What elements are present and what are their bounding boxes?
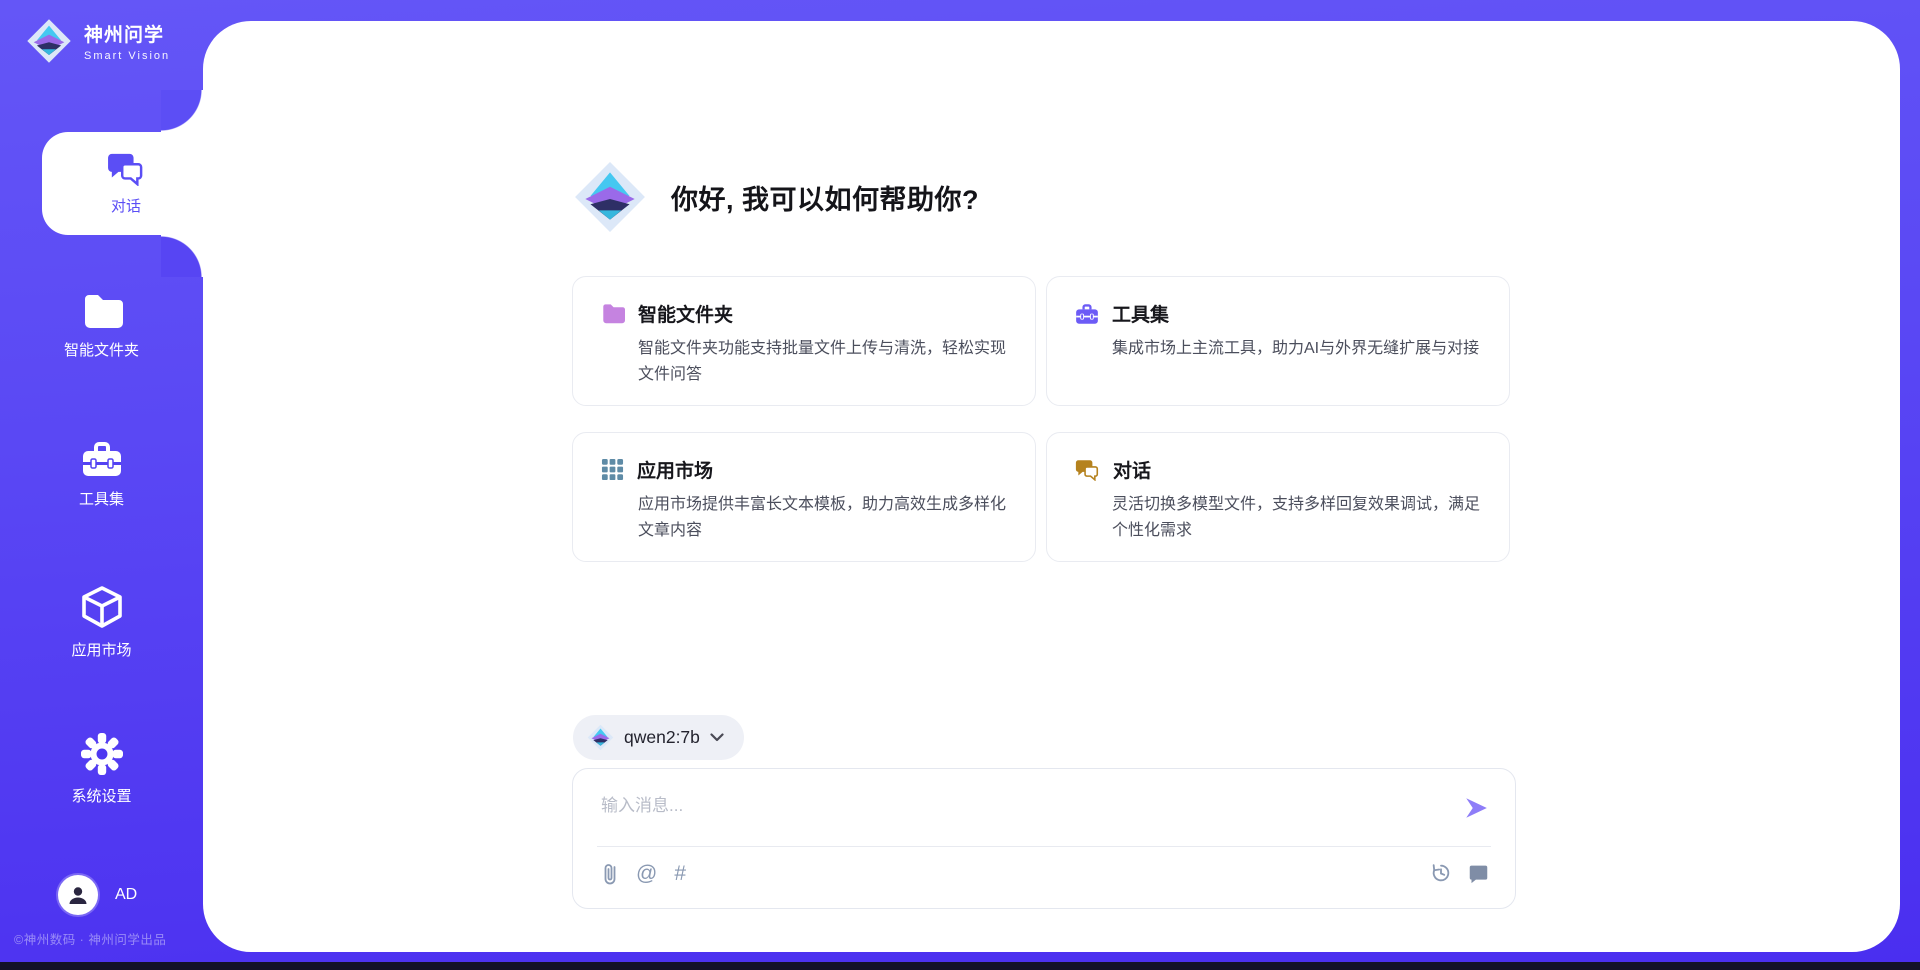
tab-fillet-bottom	[161, 235, 203, 277]
brand-subtitle: Smart Vision	[84, 50, 170, 62]
greeting-title: 你好, 我可以如何帮助你?	[671, 178, 979, 217]
avatar	[58, 875, 98, 915]
card-title: 智能文件夹	[638, 300, 733, 327]
chevron-down-icon	[710, 733, 724, 742]
chat-icon	[107, 152, 145, 186]
card-header: 应用市场	[601, 456, 1007, 483]
card-smart-folder[interactable]: 智能文件夹 智能文件夹功能支持批量文件上传与清洗，轻松实现文件问答	[572, 276, 1036, 406]
card-description: 集成市场上主流工具，助力AI与外界无缝扩展与对接	[1112, 336, 1481, 362]
sidebar-item-label: 工具集	[79, 488, 124, 509]
person-icon	[66, 883, 90, 907]
hash-icon[interactable]: #	[674, 863, 686, 885]
message-composer: @ #	[572, 768, 1516, 909]
sidebar-item-label: 对话	[111, 195, 141, 216]
sidebar-item-label: 智能文件夹	[64, 339, 139, 360]
sidebar-item-label: 系统设置	[71, 785, 131, 806]
card-toolset[interactable]: 工具集 集成市场上主流工具，助力AI与外界无缝扩展与对接	[1046, 276, 1510, 406]
model-logo-icon	[587, 724, 614, 751]
tab-fillet-top	[161, 90, 203, 132]
message-input[interactable]	[601, 791, 1441, 821]
card-app-market[interactable]: 应用市场 应用市场提供丰富长文本模板，助力高效生成多样化文章内容	[572, 432, 1036, 562]
model-selector[interactable]: qwen2:7b	[573, 715, 744, 760]
history-icon[interactable]	[1430, 862, 1452, 884]
card-description: 灵活切换多模型文件，支持多样回复效果调试，满足个性化需求	[1112, 492, 1481, 544]
send-icon[interactable]	[1463, 795, 1489, 821]
assistant-logo-icon	[573, 160, 647, 234]
sidebar-item-smart-folder[interactable]: 智能文件夹	[0, 293, 203, 360]
brand-header: 神州问学 Smart Vision	[26, 18, 170, 64]
card-description: 应用市场提供丰富长文本模板，助力高效生成多样化文章内容	[638, 492, 1007, 544]
chat-bubble-icon[interactable]	[1468, 863, 1489, 884]
sidebar-item-toolset[interactable]: 工具集	[0, 440, 203, 509]
copyright-text: ©神州数码 · 神州问学出品	[14, 929, 166, 948]
paperclip-icon[interactable]	[601, 862, 619, 886]
composer-right-tools	[1430, 862, 1489, 884]
folder-icon	[601, 303, 625, 324]
composer-toolbar: @ #	[601, 862, 686, 886]
greeting-header: 你好, 我可以如何帮助你?	[573, 160, 979, 234]
sidebar-item-label: 应用市场	[71, 639, 131, 660]
toolbox-icon	[81, 440, 123, 478]
gear-icon	[81, 733, 123, 775]
cube-icon	[80, 585, 124, 629]
screen-edge-bar	[0, 962, 1920, 970]
card-header: 智能文件夹	[601, 300, 1007, 327]
card-title: 应用市场	[637, 456, 713, 483]
composer-divider	[597, 846, 1491, 847]
folder-icon	[81, 293, 123, 329]
brand-logo-icon	[26, 18, 72, 64]
toolbox-icon	[1075, 303, 1099, 325]
sidebar-item-settings[interactable]: 系统设置	[0, 733, 203, 806]
card-header: 工具集	[1075, 300, 1481, 327]
grid-icon	[601, 458, 624, 481]
user-name: AD	[115, 886, 137, 904]
card-chat[interactable]: 对话 灵活切换多模型文件，支持多样回复效果调试，满足个性化需求	[1046, 432, 1510, 562]
card-description: 智能文件夹功能支持批量文件上传与清洗，轻松实现文件问答	[638, 336, 1007, 388]
feature-cards: 智能文件夹 智能文件夹功能支持批量文件上传与清洗，轻松实现文件问答 工具集 集成…	[572, 276, 1510, 562]
user-profile[interactable]: AD	[58, 875, 137, 915]
model-name: qwen2:7b	[624, 727, 700, 748]
sidebar-item-chat-active[interactable]: 对话	[42, 132, 210, 235]
brand-text: 神州问学 Smart Vision	[84, 20, 170, 62]
chat-icon	[1075, 459, 1100, 481]
app-window: 神州问学 Smart Vision 对话 智能文件夹 工具集	[0, 0, 1920, 970]
card-title: 对话	[1113, 456, 1151, 483]
card-header: 对话	[1075, 456, 1481, 483]
sidebar-item-app-market[interactable]: 应用市场	[0, 585, 203, 660]
card-title: 工具集	[1112, 300, 1169, 327]
at-icon[interactable]: @	[636, 863, 657, 885]
brand-name: 神州问学	[84, 20, 170, 47]
